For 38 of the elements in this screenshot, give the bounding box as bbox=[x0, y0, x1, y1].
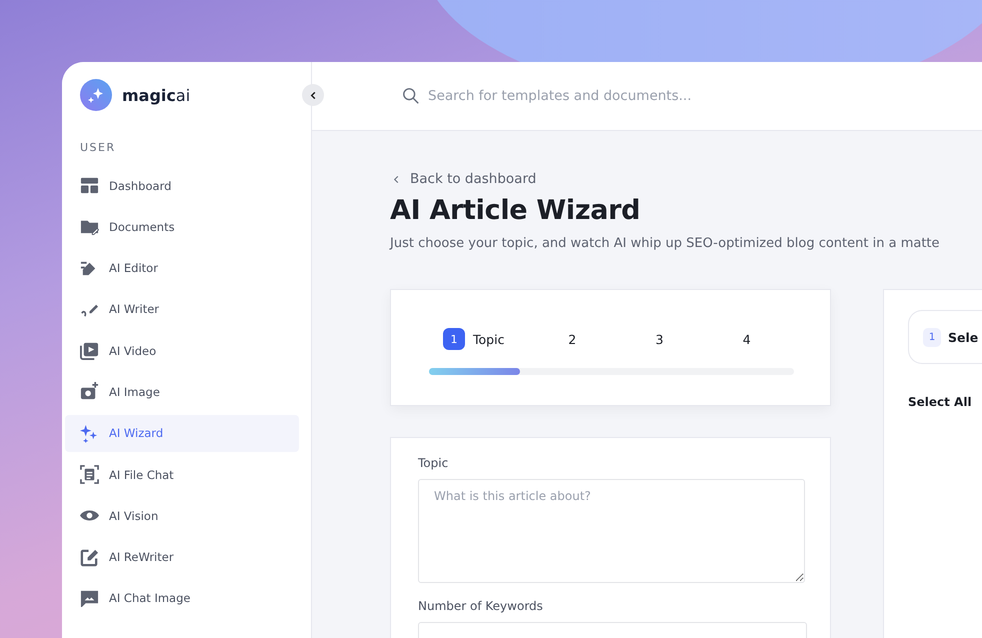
sidebar-item[interactable]: AI Vision bbox=[65, 497, 299, 534]
image-chat-icon bbox=[80, 588, 99, 608]
step-tab[interactable]: 1 Topic bbox=[443, 328, 530, 350]
sidebar-item[interactable]: Documents bbox=[65, 208, 299, 246]
sidebar-item[interactable]: AI ReWriter bbox=[65, 538, 299, 576]
sidebar-item[interactable]: AI Wizard bbox=[65, 414, 299, 452]
sidebar-item[interactable]: AI Editor bbox=[65, 250, 299, 287]
document-icon bbox=[80, 465, 99, 484]
chevron-left-icon bbox=[308, 90, 318, 100]
sidebar-item[interactable]: Dashboard bbox=[65, 167, 299, 204]
step-number: 1 bbox=[923, 328, 941, 346]
step-tab[interactable]: 3 bbox=[618, 328, 705, 350]
sidebar-item[interactable]: AI File Chat bbox=[65, 456, 299, 494]
step-label: Sele bbox=[948, 330, 978, 344]
search-icon bbox=[402, 87, 420, 105]
section-heading: USER bbox=[79, 140, 117, 154]
page-subtitle: Just choose your topic, and watch AI whip up SEO-optimized blog content in a matte bbox=[390, 236, 941, 251]
field-label: Topic bbox=[418, 456, 450, 470]
select-all-link[interactable]: Select All bbox=[908, 395, 982, 409]
topic-field[interactable]: What is this article about? bbox=[418, 479, 805, 583]
sidebar-item[interactable]: AI Image bbox=[65, 373, 299, 410]
field-label: Number of Keywords bbox=[418, 599, 544, 613]
play-icon bbox=[80, 341, 99, 360]
search-field[interactable]: Search for templates and documents... bbox=[428, 88, 768, 104]
back-link[interactable]: Back to dashboard bbox=[410, 171, 536, 187]
brand-name: magicai bbox=[122, 86, 190, 104]
step-tab[interactable]: 2 bbox=[530, 328, 618, 350]
dashboard-icon bbox=[80, 176, 99, 195]
page-title: AI Article Wizard bbox=[390, 195, 642, 226]
logo-icon bbox=[80, 79, 112, 111]
sparkle-icon bbox=[80, 424, 99, 443]
chevron-left-icon bbox=[392, 174, 401, 184]
step-tab[interactable]: 4 bbox=[704, 328, 792, 350]
sidebar-item[interactable]: AI Chat Image bbox=[65, 580, 299, 617]
camera-icon bbox=[80, 382, 99, 402]
edit-icon bbox=[80, 548, 99, 567]
sidebar-item[interactable]: AI Video bbox=[65, 332, 299, 370]
sidebar-item[interactable]: AI Writer bbox=[65, 290, 299, 328]
